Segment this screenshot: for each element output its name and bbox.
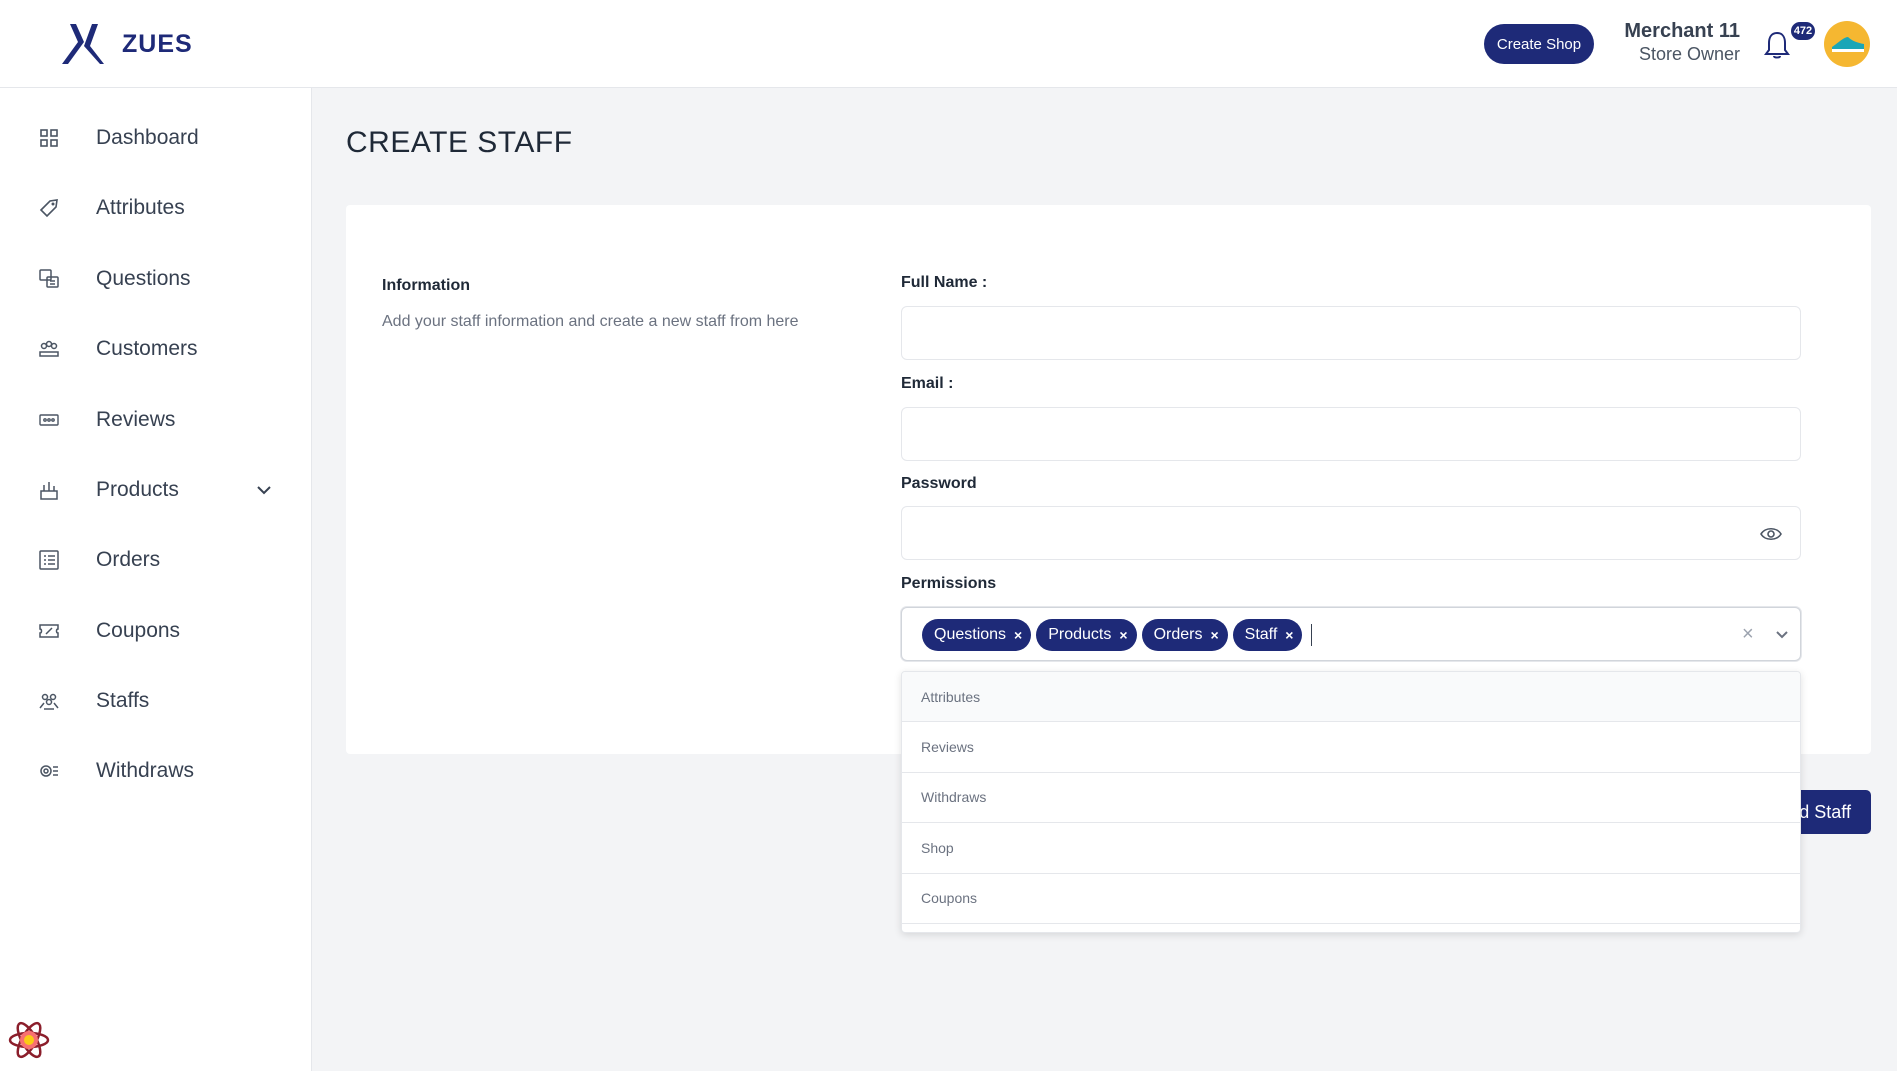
close-icon[interactable]: × [1210,627,1218,643]
create-shop-button[interactable]: Create Shop [1484,24,1594,64]
permissions-dropdown: Attributes Reviews Withdraws Shop Coupon… [901,671,1801,933]
sidebar-item-dashboard[interactable]: Dashboard [0,110,312,166]
sidebar-item-attributes[interactable]: Attributes [0,180,312,236]
sidebar-item-label: Attributes [96,196,185,219]
chevron-down-icon[interactable] [254,480,274,500]
sidebar-item-label: Customers [96,337,198,360]
permission-chip[interactable]: Products × [1036,619,1137,651]
withdraws-icon [38,760,60,782]
sidebar-item-products[interactable]: Products [0,462,312,518]
clear-all-icon[interactable]: × [1742,624,1760,644]
coupon-icon [38,620,60,642]
logo-text: ZUES [122,29,193,58]
sidebar-item-coupons[interactable]: Coupons [0,603,312,659]
permission-chip[interactable]: Staff × [1232,619,1303,651]
password-label: Password [901,475,977,492]
sidebar-item-label: Reviews [96,408,176,431]
dropdown-option[interactable]: Attributes [902,672,1800,723]
staffs-icon [38,690,60,712]
bell-icon[interactable] [1764,30,1790,60]
email-input[interactable] [901,407,1801,461]
permissions-label: Permissions [901,575,997,592]
chevron-down-icon[interactable] [1772,624,1792,644]
sidebar: Dashboard Attributes Questions Customers… [0,88,312,1071]
sidebar-item-orders[interactable]: Orders [0,532,312,588]
sidebar-item-questions[interactable]: Questions [0,251,312,307]
customers-icon [38,338,60,360]
permission-chip[interactable]: Questions × [922,619,1032,651]
tag-icon [38,197,60,219]
sidebar-item-label: Orders [96,548,161,571]
full-name-label: Full Name : [901,274,988,291]
permission-chip[interactable]: Orders × [1141,619,1228,651]
orders-icon [38,549,60,571]
sidebar-item-label: Dashboard [96,126,199,149]
top-header: ZUES Create Shop Merchant 11 Store Owner… [0,0,1897,88]
close-icon[interactable]: × [1119,627,1127,643]
shoe-icon [1832,37,1864,52]
sidebar-item-label: Withdraws [96,759,195,782]
eye-icon[interactable] [1760,523,1782,545]
logo[interactable]: ZUES [58,20,193,68]
reviews-icon [38,409,60,431]
sidebar-item-label: Coupons [96,619,181,642]
user-role: Store Owner [1638,44,1740,64]
sidebar-item-staffs[interactable]: Staffs [0,673,312,729]
section-title: Information [382,277,470,294]
sidebar-item-withdraws[interactable]: Withdraws [0,743,312,799]
products-icon [38,479,60,501]
user-name: Merchant 11 [1624,20,1740,42]
permissions-multiselect[interactable]: Questions × Products × Orders × Staff × × [901,607,1801,661]
full-name-input[interactable] [901,306,1801,360]
notification-badge: 472 [1789,20,1817,42]
text-cursor [1311,624,1313,646]
page-title: CREATE STAFF [346,126,573,159]
email-label: Email : [901,375,954,392]
section-description: Add your staff information and create a … [382,313,799,330]
dashboard-icon [38,127,60,149]
sidebar-item-reviews[interactable]: Reviews [0,392,312,448]
questions-icon [38,268,60,290]
sidebar-item-label: Questions [96,267,191,290]
password-input[interactable] [901,506,1801,560]
avatar[interactable] [1824,21,1870,67]
sidebar-item-label: Products [96,478,179,501]
logo-icon [62,24,104,64]
sidebar-item-customers[interactable]: Customers [0,321,312,377]
selected-chips: Questions × Products × Orders × Staff × [922,619,1313,651]
dropdown-option[interactable]: Reviews [902,722,1800,773]
close-icon[interactable]: × [1014,627,1022,643]
dropdown-option[interactable]: Shop [902,823,1800,874]
react-devtools-icon[interactable] [6,1017,52,1063]
close-icon[interactable]: × [1285,627,1293,643]
user-info[interactable]: Merchant 11 Store Owner [1620,20,1740,65]
sidebar-item-label: Staffs [96,689,150,712]
dropdown-option[interactable]: Withdraws [902,773,1800,824]
dropdown-option[interactable]: Coupons [902,874,1800,924]
